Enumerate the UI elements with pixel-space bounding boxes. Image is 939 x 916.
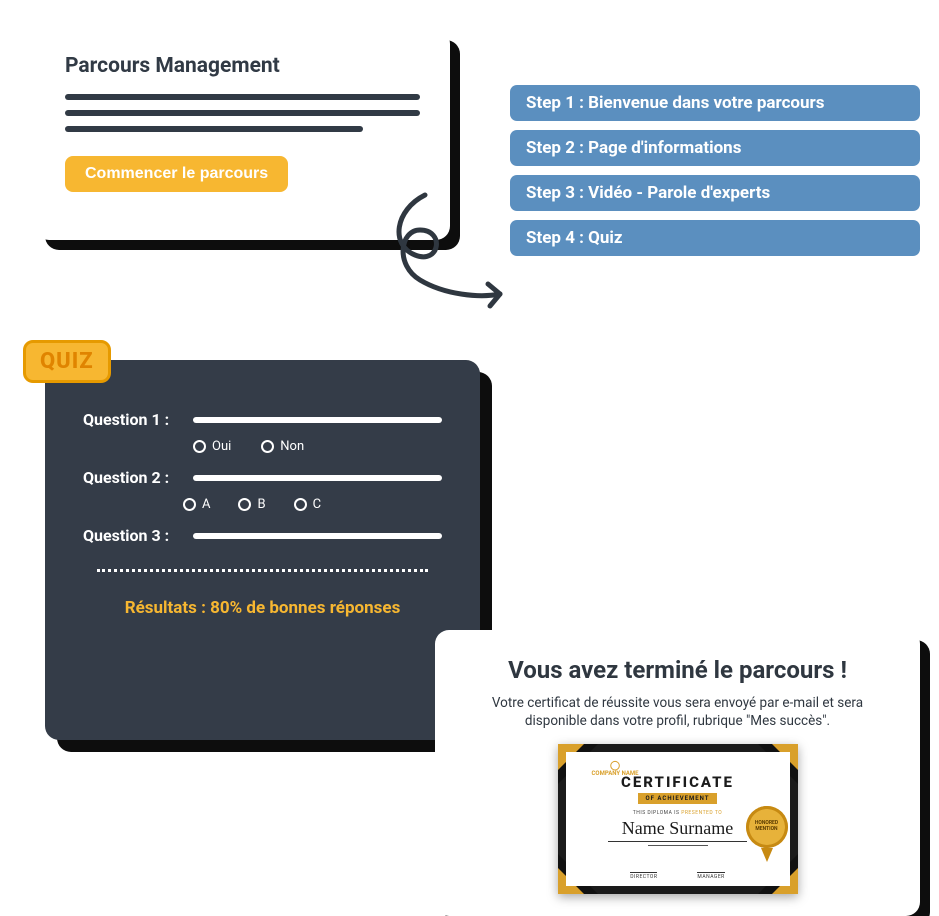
- radio-icon: [193, 440, 206, 453]
- step-pill-1[interactable]: Step 1 : Bienvenue dans votre parcours: [510, 85, 920, 121]
- placeholder-line: [65, 126, 363, 132]
- certificate-image: COMPANY NAME CERTIFICATE OF ACHIEVEMENT …: [558, 744, 798, 894]
- option-label: Non: [280, 439, 304, 454]
- step-pill-3[interactable]: Step 3 : Vidéo - Parole d'experts: [510, 175, 920, 211]
- placeholder-line: [193, 475, 442, 481]
- option-b[interactable]: B: [238, 497, 265, 512]
- parcours-title: Parcours Management: [65, 54, 420, 78]
- option-label: A: [202, 497, 210, 512]
- radio-icon: [238, 498, 251, 511]
- question-2-options: A B C: [183, 497, 442, 512]
- completion-card: Vous avez terminé le parcours ! Votre ce…: [435, 630, 920, 916]
- start-parcours-button[interactable]: Commencer le parcours: [65, 156, 288, 192]
- radio-icon: [261, 440, 274, 453]
- option-oui[interactable]: Oui: [193, 439, 231, 454]
- certificate-seal-icon: HONORED MENTION: [746, 806, 788, 848]
- question-3-label: Question 3 :: [83, 526, 181, 545]
- curly-arrow-icon: [370, 190, 520, 320]
- option-c[interactable]: C: [294, 497, 321, 512]
- option-label: C: [313, 497, 321, 512]
- certificate-banner: OF ACHIEVEMENT: [638, 793, 718, 804]
- quiz-results: Résultats : 80% de bonnes réponses: [83, 598, 442, 618]
- radio-icon: [183, 498, 196, 511]
- placeholder-line: [65, 94, 420, 100]
- completion-title: Vous avez terminé le parcours !: [459, 656, 896, 684]
- certificate-signatures: DIRECTOR MANAGER: [630, 872, 725, 880]
- completion-subtitle: Votre certificat de réussite vous sera e…: [468, 694, 888, 730]
- option-non[interactable]: Non: [261, 439, 304, 454]
- certificate-presented: THIS DIPLOMA IS PRESENTED TO: [633, 810, 722, 816]
- placeholder-line: [65, 110, 420, 116]
- placeholder-line: [193, 417, 442, 423]
- divider-dotted: [97, 569, 428, 572]
- certificate-title: CERTIFICATE: [621, 773, 734, 791]
- question-1-label: Question 1 :: [83, 410, 181, 429]
- option-label: Oui: [212, 439, 231, 454]
- radio-icon: [294, 498, 307, 511]
- step-pill-2[interactable]: Step 2 : Page d'informations: [510, 130, 920, 166]
- step-pill-4[interactable]: Step 4 : Quiz: [510, 220, 920, 256]
- quiz-badge: QUIZ: [23, 340, 111, 383]
- option-a[interactable]: A: [183, 497, 210, 512]
- question-2: Question 2 :: [83, 468, 442, 487]
- placeholder-line: [193, 533, 442, 539]
- question-3: Question 3 :: [83, 526, 442, 545]
- question-1: Question 1 :: [83, 410, 442, 429]
- option-label: B: [257, 497, 265, 512]
- question-2-label: Question 2 :: [83, 468, 181, 487]
- certificate-name: Name Surname: [608, 818, 747, 842]
- steps-list: Step 1 : Bienvenue dans votre parcours S…: [510, 85, 920, 265]
- question-1-options: Oui Non: [193, 439, 442, 454]
- quiz-card: QUIZ Question 1 : Oui Non Question 2 : A…: [45, 360, 480, 740]
